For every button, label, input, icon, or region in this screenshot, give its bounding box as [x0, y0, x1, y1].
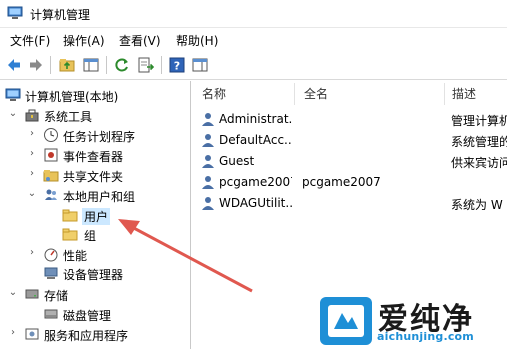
- chevron-right-icon[interactable]: ›: [27, 128, 37, 139]
- forward-arrow-icon[interactable]: [27, 56, 45, 74]
- tree-item-users[interactable]: 用户: [0, 205, 191, 225]
- tree-label-event-viewer: 事件查看器: [63, 150, 124, 164]
- tree-item-groups[interactable]: 组: [0, 224, 191, 244]
- user-icon: [202, 113, 214, 126]
- computer-management-icon: [5, 88, 21, 101]
- table-row[interactable]: Guest 供来宾访问: [192, 150, 507, 171]
- cell-name: DefaultAcc...: [219, 133, 292, 147]
- cell-fullname: pcgame2007: [302, 175, 381, 189]
- chevron-down-icon[interactable]: ⌄: [8, 287, 18, 298]
- device-manager-icon: [44, 267, 58, 279]
- clock-icon: [44, 128, 58, 142]
- title-bar: 计算机管理: [0, 0, 507, 28]
- menu-action[interactable]: 操作(A): [63, 32, 105, 49]
- cell-description: 系统为 W: [451, 198, 503, 212]
- cell-name: Administrat...: [219, 112, 292, 126]
- user-icon: [202, 176, 214, 189]
- tree-item-disk-management[interactable]: 磁盘管理: [0, 304, 191, 324]
- event-log-icon: [44, 148, 58, 162]
- tree-label-performance: 性能: [63, 249, 88, 263]
- tree-item-storage[interactable]: ⌄ 存储: [0, 284, 191, 304]
- toolbar: ?: [0, 50, 507, 80]
- cell-name: Guest: [219, 154, 255, 168]
- column-header-fullname[interactable]: 全名: [304, 85, 328, 105]
- chevron-down-icon[interactable]: ⌄: [8, 108, 18, 119]
- tree-label-storage: 存储: [44, 289, 69, 303]
- computer-management-icon: [7, 6, 23, 19]
- folder-icon: [62, 209, 78, 222]
- back-arrow-icon[interactable]: [5, 56, 23, 74]
- tree-item-root[interactable]: 计算机管理(本地): [0, 85, 191, 105]
- table-row[interactable]: WDAGUtilit... 系统为 W: [192, 192, 507, 213]
- navigation-tree: 计算机管理(本地) ⌄ 系统工具 › 任务计划程序 › 事件查看器 › 共享文件…: [0, 81, 191, 349]
- tree-item-event-viewer[interactable]: › 事件查看器: [0, 145, 191, 165]
- folder-icon: [62, 228, 78, 241]
- table-row[interactable]: pcgame2007 pcgame2007: [192, 171, 507, 192]
- watermark-url: aichunjing.com: [377, 330, 474, 343]
- help-icon[interactable]: ?: [168, 56, 186, 74]
- user-icon: [202, 197, 214, 210]
- tree-label-disk-management: 磁盘管理: [63, 309, 112, 323]
- services-icon: [25, 328, 39, 340]
- chevron-right-icon[interactable]: ›: [8, 327, 18, 338]
- performance-icon: [44, 248, 58, 262]
- cell-name: WDAGUtilit...: [219, 196, 292, 210]
- shared-folder-icon: [43, 170, 59, 182]
- column-header-description[interactable]: 描述: [452, 85, 476, 105]
- chevron-down-icon[interactable]: ⌄: [27, 188, 37, 199]
- cell-name: pcgame2007: [219, 175, 292, 189]
- chevron-right-icon[interactable]: ›: [27, 247, 37, 258]
- users-group-icon: [45, 189, 57, 200]
- menu-view[interactable]: 查看(V): [119, 32, 161, 49]
- tree-item-services-apps[interactable]: › 服务和应用程序: [0, 324, 191, 344]
- menu-file[interactable]: 文件(F): [10, 32, 50, 49]
- watermark-logo-icon: [320, 297, 372, 345]
- window-title: 计算机管理: [30, 8, 91, 22]
- up-folder-icon[interactable]: [58, 56, 76, 74]
- menu-bar: 文件(F) 操作(A) 查看(V) 帮助(H): [0, 28, 507, 50]
- svg-text:?: ?: [174, 60, 180, 73]
- tree-label-device-manager: 设备管理器: [63, 268, 124, 282]
- tree-item-performance[interactable]: › 性能: [0, 244, 191, 264]
- tree-label-services-apps: 服务和应用程序: [44, 329, 129, 343]
- export-list-icon[interactable]: [137, 56, 155, 74]
- user-icon: [202, 134, 214, 147]
- tree-label-users: 用户: [82, 208, 111, 225]
- chevron-right-icon[interactable]: ›: [27, 148, 37, 159]
- cell-description: 管理计算机: [451, 114, 507, 128]
- toolbox-icon: [25, 109, 39, 122]
- cell-description: 供来宾访问: [451, 156, 507, 170]
- tree-label-local-users-groups: 本地用户和组: [63, 190, 136, 204]
- properties-pane-icon[interactable]: [191, 56, 209, 74]
- tree-label-root: 计算机管理(本地): [25, 90, 119, 104]
- cell-description: 系统管理的: [451, 135, 507, 149]
- tree-item-system-tools[interactable]: ⌄ 系统工具: [0, 105, 191, 125]
- watermark-logo: 爱纯净 aichunjing.com: [318, 292, 507, 349]
- tree-label-system-tools: 系统工具: [44, 110, 93, 124]
- menu-help[interactable]: 帮助(H): [176, 32, 218, 49]
- tree-item-shared-folders[interactable]: › 共享文件夹: [0, 165, 191, 185]
- table-row[interactable]: DefaultAcc... 系统管理的: [192, 129, 507, 150]
- tree-label-shared-folders: 共享文件夹: [63, 170, 124, 184]
- show-hide-tree-icon[interactable]: [82, 56, 100, 74]
- chevron-right-icon[interactable]: ›: [27, 168, 37, 179]
- tree-label-groups: 组: [84, 229, 97, 243]
- refresh-icon[interactable]: [113, 56, 131, 74]
- storage-icon: [25, 289, 39, 299]
- tree-item-device-manager[interactable]: 设备管理器: [0, 263, 191, 283]
- tree-label-task-scheduler: 任务计划程序: [63, 130, 136, 144]
- column-header-name[interactable]: 名称: [202, 85, 226, 105]
- table-row[interactable]: Administrat... 管理计算机: [192, 108, 507, 129]
- tree-item-local-users-groups[interactable]: ⌄ 本地用户和组: [0, 185, 191, 205]
- disk-icon: [44, 309, 58, 319]
- user-icon: [202, 155, 214, 168]
- tree-item-task-scheduler[interactable]: › 任务计划程序: [0, 125, 191, 145]
